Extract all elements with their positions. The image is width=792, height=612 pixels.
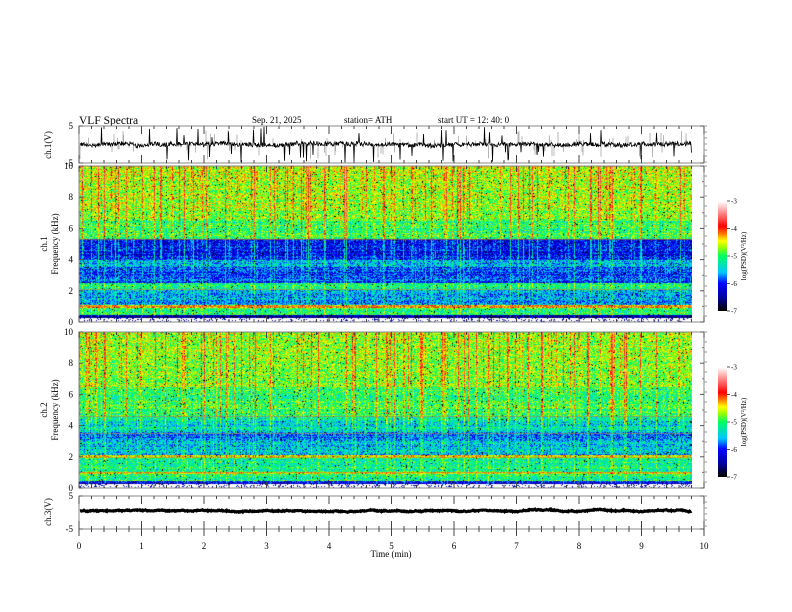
y-tick-label: 10 bbox=[64, 161, 74, 171]
x-tick-label: 1 bbox=[139, 541, 144, 551]
y-tick-label: 10 bbox=[64, 327, 74, 337]
colorbar-tick-label: -7 bbox=[731, 474, 737, 482]
x-tick-label: 6 bbox=[452, 541, 457, 551]
x-tick-label: 2 bbox=[202, 541, 207, 551]
colorbar-tick-label: -6 bbox=[731, 446, 737, 454]
start-ut-label: start UT = 12: 40: 0 bbox=[438, 115, 510, 125]
ch2-spec-ylabel-line1: ch.2 bbox=[39, 402, 49, 417]
panel-frame-2 bbox=[78, 331, 705, 489]
x-tick-label: 4 bbox=[327, 541, 332, 551]
y-tick-label: 2 bbox=[69, 286, 74, 296]
y-tick-label: 4 bbox=[69, 255, 74, 265]
x-tick-label: 9 bbox=[639, 541, 644, 551]
x-tick-label: 5 bbox=[389, 541, 394, 551]
y-tick-label: 5 bbox=[69, 121, 74, 131]
ch3-voltage-ylabel: ch.3(V) bbox=[43, 498, 53, 526]
y-tick-label: 6 bbox=[69, 389, 74, 399]
x-tick-label: 10 bbox=[700, 541, 710, 551]
x-tick-label: 7 bbox=[514, 541, 519, 551]
colorbar-tick-label: -7 bbox=[731, 308, 737, 316]
vlf-spectra-figure: VLF Spectra Sep. 21, 2025 station= ATH s… bbox=[0, 0, 792, 612]
colorbar-tick-label: -5 bbox=[731, 419, 737, 427]
ch2-spec-ylabel-line2: Frequency (kHz) bbox=[50, 379, 60, 440]
colorbar-tick-label: -5 bbox=[731, 253, 737, 261]
date-label: Sep. 21, 2025 bbox=[252, 115, 302, 125]
ch3-waveform-trace bbox=[79, 506, 693, 515]
figure-title: VLF Spectra bbox=[79, 115, 138, 127]
y-tick-label: 8 bbox=[69, 192, 74, 202]
y-tick-label: 2 bbox=[69, 452, 74, 462]
ch2-colorbar-label: log(PSD)(V²/Hz) bbox=[740, 397, 748, 446]
axes-layer: VLF Spectra Sep. 21, 2025 station= ATH s… bbox=[39, 115, 748, 559]
colorbar-tick-label: -3 bbox=[731, 198, 737, 206]
y-tick-label: 6 bbox=[69, 223, 74, 233]
ch1-spec-ylabel-line1: ch.1 bbox=[39, 236, 49, 251]
panel-frame-1 bbox=[78, 165, 705, 323]
y-tick-label: 4 bbox=[69, 421, 74, 431]
y-tick-label: 8 bbox=[69, 358, 74, 368]
ch1-waveform-trace bbox=[79, 126, 692, 163]
colorbar-tick-label: -6 bbox=[731, 280, 737, 288]
y-tick-label: -5 bbox=[66, 524, 74, 534]
ch1-voltage-ylabel: ch.1(V) bbox=[43, 131, 53, 159]
colorbar-tick-label: -3 bbox=[731, 364, 737, 372]
y-tick-label: 5 bbox=[69, 491, 74, 501]
ch1-colorbar-label: log(PSD)(V²/Hz) bbox=[740, 231, 748, 280]
ch1-spec-ylabel-line2: Frequency (kHz) bbox=[50, 213, 60, 274]
x-tick-label: 0 bbox=[77, 541, 82, 551]
x-tick-label: 3 bbox=[264, 541, 269, 551]
colorbar-tick-label: -4 bbox=[731, 391, 737, 399]
x-tick-label: 8 bbox=[577, 541, 582, 551]
station-label: station= ATH bbox=[344, 115, 393, 125]
y-tick-label: 0 bbox=[69, 317, 74, 327]
colorbar-tick-label: -4 bbox=[731, 225, 737, 233]
